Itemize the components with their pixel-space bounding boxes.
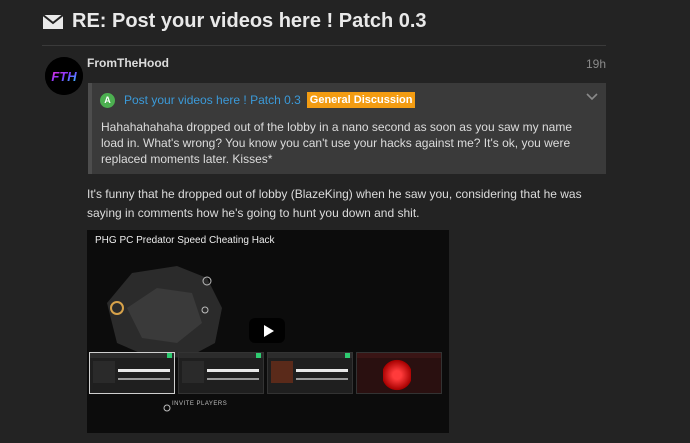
quote-text: Hahahahahaha dropped out of the lobby in… <box>101 120 572 166</box>
video-embed[interactable]: PHG PC Predator Speed Cheating Hack INVI… <box>87 230 449 433</box>
quote-avatar[interactable]: A <box>100 92 115 108</box>
player-card <box>178 352 264 394</box>
svg-text:FTH: FTH <box>51 69 77 84</box>
title-divider <box>42 45 606 46</box>
topic-title[interactable]: RE: Post your videos here ! Patch 0.3 <box>42 10 427 33</box>
quote-header: A Post your videos here ! Patch 0.3 Gene… <box>100 92 416 108</box>
topic-title-text: RE: Post your videos here ! Patch 0.3 <box>72 10 427 32</box>
avatar[interactable]: FTH <box>45 57 83 95</box>
category-badge[interactable]: General Discussion <box>306 92 416 108</box>
player-card <box>267 352 353 394</box>
mail-icon <box>42 13 64 29</box>
post-body: It's funny that he dropped out of lobby … <box>87 187 582 220</box>
post-age[interactable]: 19h <box>586 57 606 71</box>
video-title[interactable]: PHG PC Predator Speed Cheating Hack <box>95 235 275 246</box>
player-cards <box>89 352 445 394</box>
forum-page: RE: Post your videos here ! Patch 0.3 FT… <box>0 0 690 443</box>
quote-topic-link[interactable]: Post your videos here ! Patch 0.3 <box>124 93 301 107</box>
username[interactable]: FromTheHood <box>87 56 169 70</box>
player-card <box>89 352 175 394</box>
quote-block: A Post your videos here ! Patch 0.3 Gene… <box>88 83 606 174</box>
chevron-down-icon[interactable] <box>586 91 598 101</box>
avatar-logo: FTH <box>45 57 83 95</box>
play-button[interactable] <box>249 318 285 343</box>
invite-players-label: INVITE PLAYERS <box>172 401 228 407</box>
player-card <box>356 352 442 394</box>
